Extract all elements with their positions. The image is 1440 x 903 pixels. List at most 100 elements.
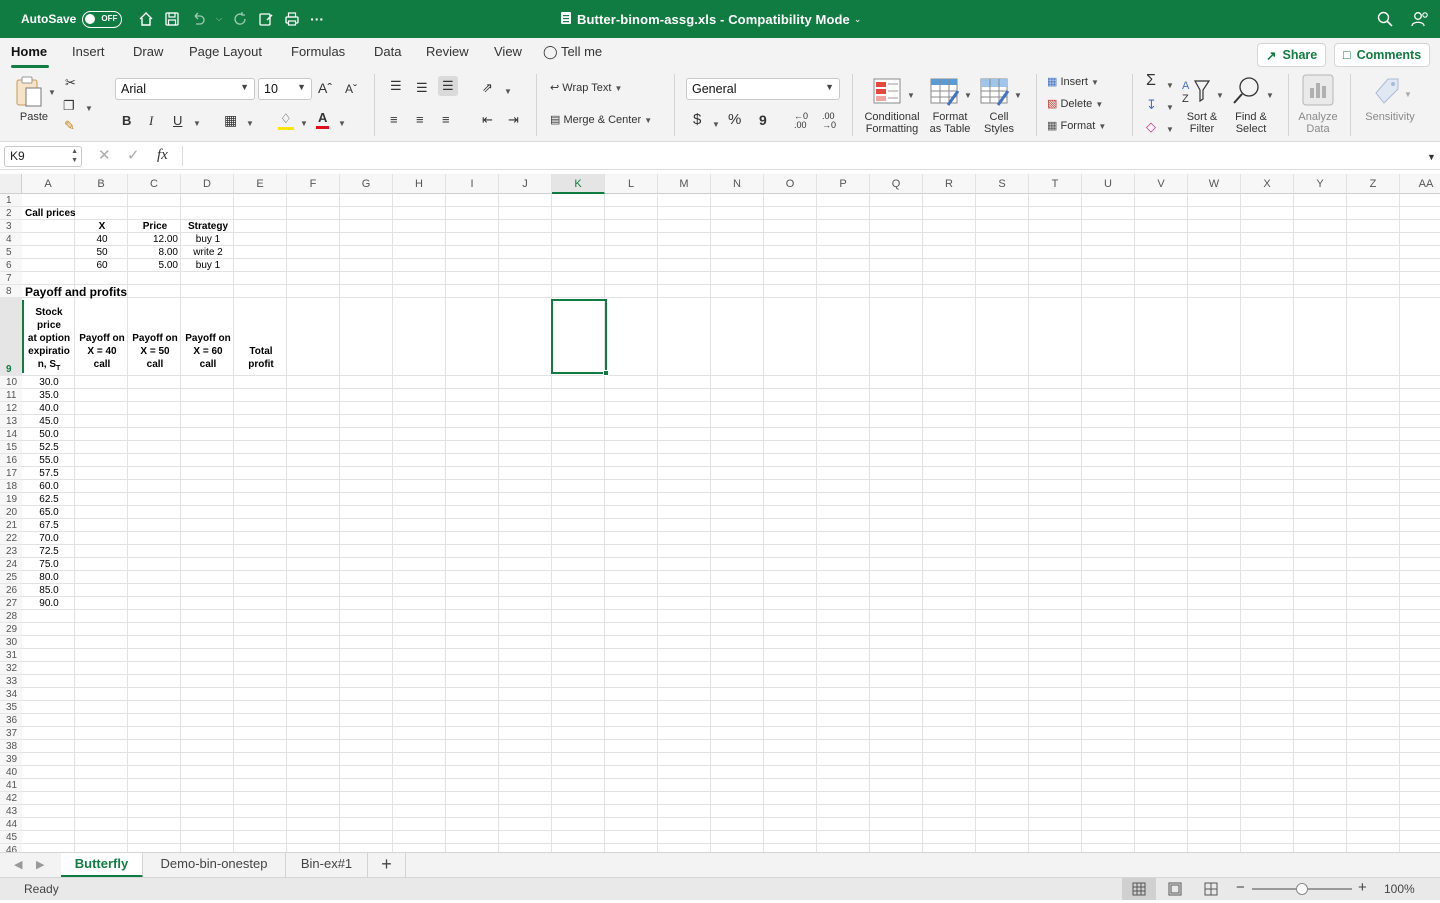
cell-a19[interactable]: 62.5	[23, 494, 75, 505]
row-header-2[interactable]: 2	[0, 207, 22, 220]
selected-cell-k9[interactable]	[551, 299, 609, 376]
fill-color-dropdown-icon[interactable]: ▼	[300, 116, 308, 132]
zoom-slider-thumb[interactable]	[1296, 883, 1308, 895]
scroll-tabs-left-icon[interactable]: ◀	[14, 857, 22, 873]
add-sheet-button[interactable]: +	[368, 853, 406, 878]
name-box[interactable]: K9 ▲ ▼	[4, 146, 82, 167]
column-header-aa[interactable]: AA	[1400, 174, 1440, 194]
align-center-icon[interactable]: ≡	[416, 112, 424, 128]
normal-view-button[interactable]	[1122, 878, 1156, 900]
sort-filter-dropdown-icon[interactable]: ▼	[1216, 88, 1224, 104]
column-header-h[interactable]: H	[393, 174, 446, 194]
increase-decimal-icon[interactable]: ←0.00	[794, 112, 808, 130]
currency-button[interactable]: $	[693, 112, 701, 128]
row-header-20[interactable]: 20	[0, 506, 22, 519]
row-header-37[interactable]: 37	[0, 727, 22, 740]
save-as-icon[interactable]	[258, 11, 274, 27]
cell-c9[interactable]: Payoff on X = 50 call	[129, 332, 181, 371]
delete-cells-button[interactable]: ▧ Delete ▼	[1047, 97, 1103, 110]
row-header-35[interactable]: 35	[0, 701, 22, 714]
row-header-5[interactable]: 5	[0, 246, 22, 259]
column-header-d[interactable]: D	[181, 174, 234, 194]
paste-button[interactable]	[14, 76, 44, 111]
cell-styles-dropdown-icon[interactable]: ▼	[1014, 88, 1022, 104]
column-header-m[interactable]: M	[658, 174, 711, 194]
cell-a23[interactable]: 72.5	[23, 546, 75, 557]
column-header-i[interactable]: I	[446, 174, 499, 194]
borders-icon[interactable]: ▦	[224, 112, 237, 128]
cell-b6[interactable]: 60	[76, 260, 128, 271]
format-painter-icon[interactable]: ✎	[64, 118, 75, 134]
enter-icon[interactable]: ✓	[127, 148, 140, 164]
row-header-43[interactable]: 43	[0, 805, 22, 818]
cell-a14[interactable]: 50.0	[23, 429, 75, 440]
more-icon[interactable]: ···	[310, 11, 324, 27]
cell-a24[interactable]: 75.0	[23, 559, 75, 570]
column-header-t[interactable]: T	[1029, 174, 1082, 194]
underline-dropdown-icon[interactable]: ▼	[193, 116, 201, 132]
cell-d9[interactable]: Payoff on X = 60 call	[182, 332, 234, 371]
font-color-icon[interactable]: A	[316, 110, 330, 129]
sort-filter-icon[interactable]: AZ	[1182, 77, 1212, 108]
row-header-23[interactable]: 23	[0, 545, 22, 558]
decrease-decimal-icon[interactable]: .00 →0	[822, 112, 836, 130]
share-button[interactable]: ↗ Share	[1257, 43, 1327, 67]
cell-c4[interactable]: 12.00	[129, 234, 181, 245]
tab-review[interactable]: Review	[426, 44, 469, 59]
row-header-1[interactable]: 1	[0, 194, 22, 207]
column-header-n[interactable]: N	[711, 174, 764, 194]
column-header-u[interactable]: U	[1082, 174, 1135, 194]
sheet-tab-bin-ex1[interactable]: Bin-ex#1	[286, 853, 368, 878]
cell-a20[interactable]: 65.0	[23, 507, 75, 518]
sheet-tab-demo-bin-onestep[interactable]: Demo-bin-onestep	[143, 853, 286, 878]
format-as-table-dropdown-icon[interactable]: ▼	[964, 88, 972, 104]
autosave-toggle[interactable]: OFF	[82, 10, 123, 28]
column-header-o[interactable]: O	[764, 174, 817, 194]
row-header-17[interactable]: 17	[0, 467, 22, 480]
increase-font-icon[interactable]: Aˆ	[318, 80, 332, 96]
select-all-corner[interactable]	[0, 174, 22, 194]
column-header-l[interactable]: L	[605, 174, 658, 194]
cell-a2[interactable]: Call prices	[25, 208, 76, 219]
cell-d4[interactable]: buy 1	[182, 234, 234, 245]
row-header-40[interactable]: 40	[0, 766, 22, 779]
row-header-28[interactable]: 28	[0, 610, 22, 623]
decrease-font-icon[interactable]: Aˇ	[345, 81, 357, 97]
tab-formulas[interactable]: Formulas	[291, 44, 345, 59]
redo-icon[interactable]	[232, 11, 248, 27]
worksheet-grid[interactable]: A B C D E F G H I J K L M N O P Q R S T U V W X Y Z AA 1 2 3 4 5 6 7 8 9 10…	[0, 170, 1440, 852]
font-color-dropdown-icon[interactable]: ▼	[338, 116, 346, 132]
underline-button[interactable]: U	[173, 113, 182, 129]
tab-draw[interactable]: Draw	[133, 44, 163, 59]
row-header-9[interactable]: 9	[0, 298, 22, 376]
clear-dropdown-icon[interactable]: ▼	[1166, 122, 1174, 138]
copy-dropdown-icon[interactable]: ▼	[85, 101, 93, 117]
column-header-w[interactable]: W	[1188, 174, 1241, 194]
cell-d3[interactable]: Strategy	[182, 221, 234, 232]
name-box-stepper-icon[interactable]: ▲ ▼	[71, 147, 78, 165]
row-header-26[interactable]: 26	[0, 584, 22, 597]
row-header-8[interactable]: 8	[0, 285, 22, 298]
cell-a26[interactable]: 85.0	[23, 585, 75, 596]
row-header-33[interactable]: 33	[0, 675, 22, 688]
cell-a16[interactable]: 55.0	[23, 455, 75, 466]
format-cells-button[interactable]: ▦ Format ▼	[1047, 119, 1106, 132]
comma-style-button[interactable]: 9	[759, 112, 767, 128]
fill-color-icon[interactable]: ♢	[278, 111, 294, 130]
column-header-p[interactable]: P	[817, 174, 870, 194]
row-header-11[interactable]: 11	[0, 389, 22, 402]
fill-dropdown-icon[interactable]: ▼	[1166, 100, 1174, 116]
row-header-12[interactable]: 12	[0, 402, 22, 415]
tab-page-layout[interactable]: Page Layout	[189, 44, 262, 59]
cell-a25[interactable]: 80.0	[23, 572, 75, 583]
find-select-icon[interactable]	[1232, 76, 1262, 109]
cell-c3[interactable]: Price	[129, 221, 181, 232]
row-header-42[interactable]: 42	[0, 792, 22, 805]
row-header-32[interactable]: 32	[0, 662, 22, 675]
cell-styles-icon[interactable]	[980, 77, 1010, 110]
column-header-z[interactable]: Z	[1347, 174, 1400, 194]
formula-input[interactable]	[182, 146, 1422, 166]
fill-handle[interactable]	[603, 370, 609, 376]
undo-dropdown-icon[interactable]: ⌵	[216, 14, 222, 24]
wrap-text-button[interactable]: ↩ Wrap Text ▼	[550, 81, 622, 94]
